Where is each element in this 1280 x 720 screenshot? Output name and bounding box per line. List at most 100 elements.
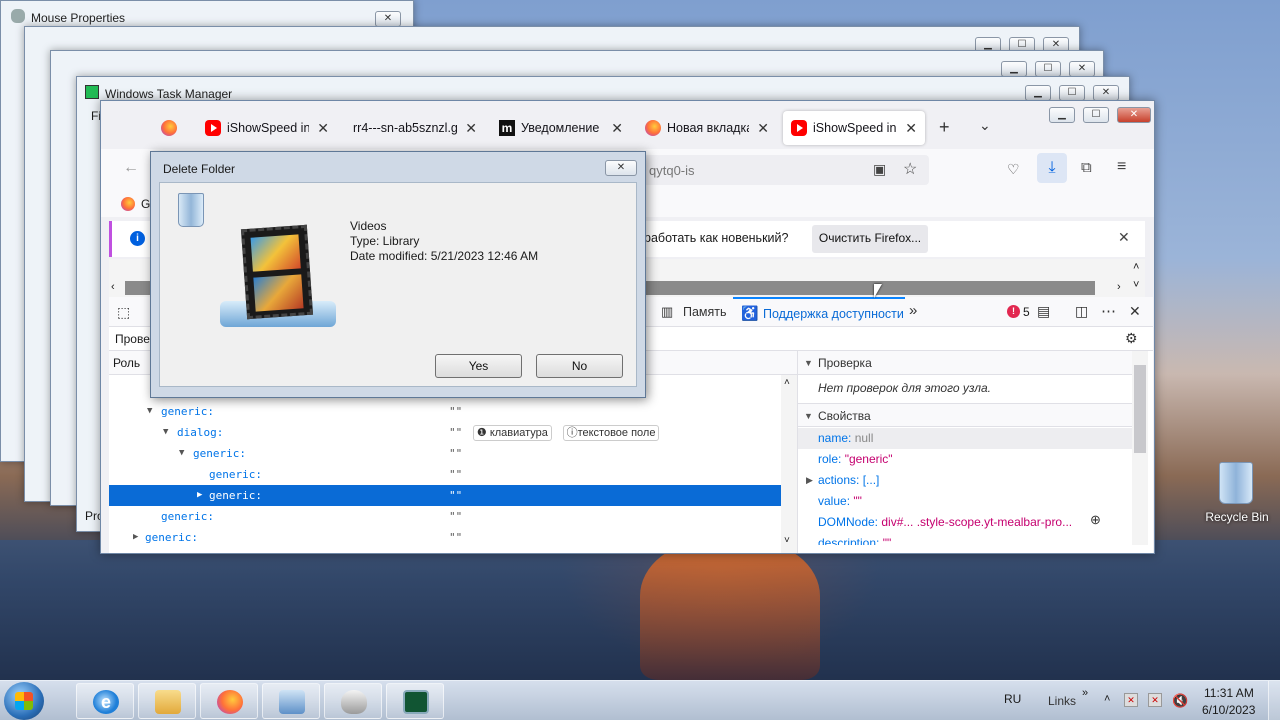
scroll-down-icon[interactable]: ˅ (784, 535, 790, 546)
value-text: "" (449, 426, 463, 439)
scroll-up-icon[interactable]: ˄ (1133, 261, 1139, 273)
close-tab-icon[interactable]: ✕ (465, 120, 477, 137)
list-tabs-chevron-icon[interactable]: ⌄ (979, 117, 991, 134)
tab-firefox[interactable] (153, 111, 187, 145)
volume-muted-icon[interactable]: 🔇 (1172, 693, 1188, 709)
expand-arrow-icon[interactable]: ▼ (163, 422, 168, 443)
tree-role: generic: (161, 510, 214, 523)
close-tab-icon[interactable]: ✕ (757, 120, 769, 137)
pocket-icon[interactable]: ♡ (1007, 161, 1020, 178)
downloads-icon[interactable]: ⤓ (1037, 153, 1067, 183)
tab-rr4[interactable]: rr4---sn-ab5sznzl.goo ✕ (345, 111, 485, 145)
show-hidden-icons[interactable]: ˄ (1104, 693, 1110, 705)
prop-row[interactable]: value: "" (818, 491, 862, 512)
tree-row[interactable]: ▶ generic: "" (109, 527, 781, 548)
minimize-button[interactable]: ▁ (1001, 61, 1027, 77)
split-console-icon[interactable]: ▤ (1037, 303, 1050, 320)
prop-row[interactable]: name: null (818, 428, 873, 449)
close-tab-icon[interactable]: ✕ (905, 120, 917, 137)
language-indicator[interactable]: RU (1004, 692, 1021, 706)
tab-ishowspeed-1[interactable]: iShowSpeed in Pa ✕ (197, 111, 337, 145)
minimize-button[interactable]: ▁ (1025, 85, 1051, 101)
expand-arrow-icon[interactable]: ▶ (133, 527, 138, 548)
tab-memory[interactable]: Память (683, 305, 727, 319)
close-tab-icon[interactable]: ✕ (611, 120, 623, 137)
control-panel-button[interactable] (262, 683, 320, 719)
reader-view-icon[interactable]: ▣ (873, 161, 886, 178)
error-icon[interactable]: ! (1007, 305, 1020, 318)
new-tab-button[interactable]: + (939, 117, 950, 138)
scroll-up-icon[interactable]: ˄ (784, 377, 790, 388)
element-picker-icon[interactable]: ⬚ (117, 304, 130, 321)
yes-button[interactable]: Yes (435, 354, 522, 378)
tab-notification[interactable]: m Уведомление о ✕ (491, 111, 631, 145)
firefox-icon (217, 690, 243, 714)
back-arrow-icon[interactable]: ← (123, 159, 139, 177)
expand-arrow-icon[interactable]: ▶ (197, 485, 202, 506)
links-toolbar[interactable]: Links (1048, 694, 1076, 708)
close-button[interactable]: ✕ (1093, 85, 1119, 101)
more-tools-icon[interactable]: » (909, 302, 917, 319)
expand-arrow-icon[interactable]: ▼ (179, 443, 184, 464)
clock-time[interactable]: 11:31 AM (1204, 686, 1254, 700)
properties-section-header[interactable]: ▼ Свойства (798, 403, 1132, 427)
tree-row[interactable]: ▼ dialog: "" ❶ клавиатура ⓘтекстовое пол… (109, 422, 781, 443)
task-manager-button[interactable] (386, 683, 444, 719)
warning-icon: ❶ (476, 427, 487, 439)
url-bar[interactable]: qytq0-is ▣ ☆ (611, 155, 929, 185)
firefox-button[interactable] (200, 683, 258, 719)
extensions-icon[interactable]: ⧉ (1081, 159, 1092, 176)
tree-row[interactable]: generic: "" (109, 506, 781, 527)
close-button[interactable]: ✕ (605, 160, 637, 176)
close-button[interactable]: ✕ (375, 11, 401, 27)
role-column-header: Роль (113, 356, 141, 370)
show-desktop-button[interactable] (1268, 681, 1280, 720)
filter-label[interactable]: Прове (115, 332, 150, 346)
bookmark-star-icon[interactable]: ☆ (903, 159, 917, 179)
links-chevron-icon[interactable]: » (1082, 687, 1088, 699)
prop-row[interactable]: DOMNode: div#... .style-scope.yt-mealbar… (818, 512, 1072, 533)
tree-row-selected[interactable]: ▶ generic: "" (109, 485, 781, 506)
clock-date[interactable]: 6/10/2023 (1202, 703, 1255, 717)
settings-gear-icon[interactable]: ⚙ (1125, 330, 1138, 347)
recycle-bin[interactable]: Recycle Bin (1205, 460, 1269, 530)
inspect-node-icon[interactable]: ⊕ (1090, 512, 1101, 528)
tab-accessibility[interactable]: ♿ Поддержка доступности (733, 297, 905, 327)
delete-folder-dialog[interactable]: Delete Folder ✕ Videos Type: Library Dat… (150, 151, 646, 398)
tree-row[interactable]: ▼ generic: "" (109, 443, 781, 464)
tree-row[interactable]: generic: "" (109, 464, 781, 485)
explorer-button[interactable] (138, 683, 196, 719)
maximize-button[interactable]: ☐ (1035, 61, 1061, 77)
prop-row[interactable]: ▶ actions: [...] (806, 470, 879, 491)
tab-new-tab[interactable]: Новая вкладка ✕ (637, 111, 777, 145)
action-center-icon[interactable]: ✕ (1124, 693, 1138, 707)
mouse-properties-button[interactable] (324, 683, 382, 719)
maximize-button[interactable]: ☐ (1059, 85, 1085, 101)
tab-ishowspeed-active[interactable]: iShowSpeed in Pa ✕ (783, 111, 925, 145)
prop-row[interactable]: role: "generic" (818, 449, 893, 470)
menu-icon[interactable]: ≡ (1117, 158, 1126, 176)
refresh-firefox-button[interactable]: Очистить Firefox... (812, 225, 928, 253)
no-button[interactable]: No (536, 354, 623, 378)
scroll-down-icon[interactable]: ˅ (1133, 279, 1139, 291)
tree-row[interactable]: ▼ generic: "" (109, 401, 781, 422)
expand-arrow-icon[interactable]: ▶ (806, 470, 813, 491)
close-devtools-icon[interactable]: ✕ (1129, 303, 1141, 320)
start-button[interactable] (4, 682, 44, 720)
network-icon[interactable]: ✕ (1148, 693, 1162, 707)
accessibility-tree: ▼ generic: "" ▼ dialog: "" ❶ клавиатура … (109, 375, 797, 553)
scrollbar-thumb[interactable] (1134, 365, 1146, 453)
checks-section-header[interactable]: ▼ Проверка (798, 351, 1132, 375)
dock-icon[interactable]: ◫ (1075, 303, 1088, 320)
tree-scrollbar[interactable]: ˄ ˅ (781, 375, 797, 553)
expand-arrow-icon[interactable]: ▼ (147, 401, 152, 422)
scroll-left-icon[interactable]: ‹ (111, 281, 115, 293)
close-notice-icon[interactable]: ✕ (1118, 229, 1130, 246)
more-options-icon[interactable]: ⋯ (1101, 302, 1116, 320)
scroll-right-icon[interactable]: › (1117, 281, 1121, 293)
close-tab-icon[interactable]: ✕ (317, 120, 329, 137)
sidebar-scrollbar[interactable] (1132, 351, 1148, 545)
prop-row[interactable]: description: "" (818, 533, 891, 545)
close-button[interactable]: ✕ (1069, 61, 1095, 77)
internet-explorer-button[interactable]: e (76, 683, 134, 719)
